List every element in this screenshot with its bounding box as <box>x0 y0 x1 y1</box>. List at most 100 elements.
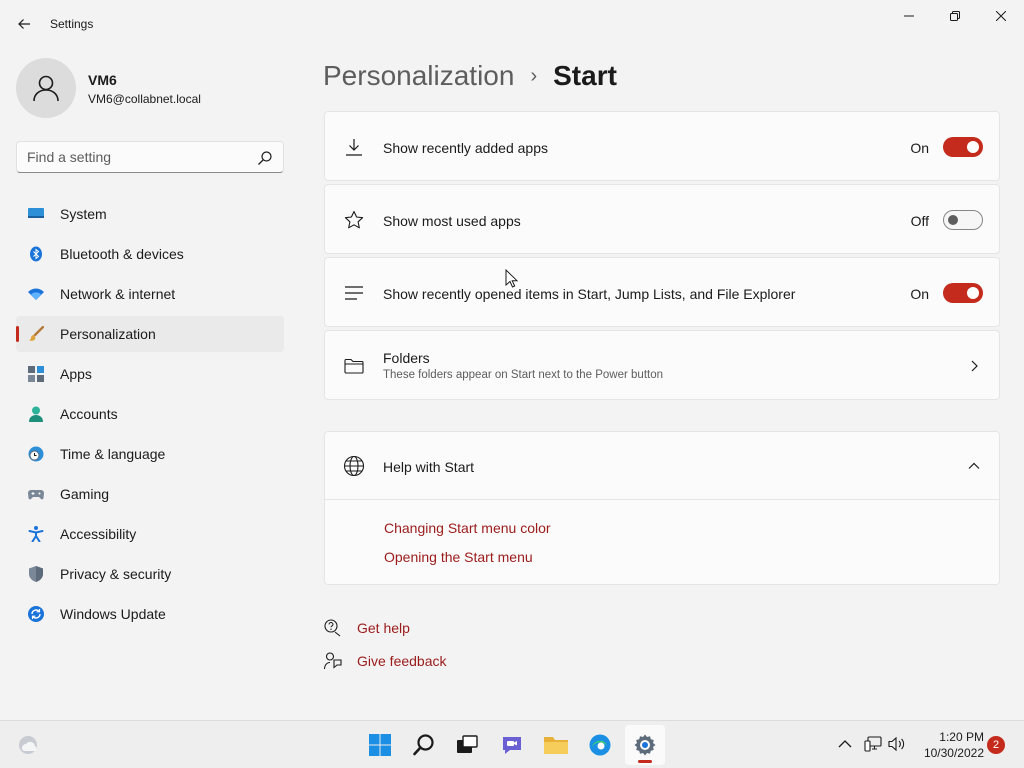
setting-recently-added-apps[interactable]: Show recently added apps On <box>324 111 1000 181</box>
restore-icon <box>950 11 960 21</box>
bluetooth-icon <box>28 246 44 262</box>
sidebar-item-bluetooth-devices[interactable]: Bluetooth & devices <box>16 236 284 272</box>
recently-added-apps-toggle[interactable] <box>943 137 983 157</box>
person-icon <box>28 406 44 422</box>
sidebar-item-label: Network & internet <box>60 286 176 302</box>
setting-label: Show most used apps <box>383 213 521 229</box>
help-header[interactable]: Help with Start <box>325 432 999 500</box>
monitor-icon <box>28 206 44 222</box>
show-hidden-icons-button[interactable] <box>834 733 856 755</box>
help-title: Help with Start <box>383 459 475 475</box>
most-used-apps-toggle[interactable] <box>943 210 983 230</box>
breadcrumb: Personalization › Start <box>323 58 617 94</box>
sidebar-item-label: Gaming <box>60 486 110 502</box>
shield-icon <box>28 566 44 582</box>
sidebar-item-windows-update[interactable]: Windows Update <box>16 596 284 632</box>
setting-recently-opened-items[interactable]: Show recently opened items in Start, Jum… <box>324 257 1000 327</box>
toggle-knob <box>967 287 979 299</box>
recently-opened-items-toggle[interactable] <box>943 283 983 303</box>
user-email: VM6@collabnet.local <box>88 92 201 106</box>
sidebar-item-label: Windows Update <box>60 606 166 622</box>
sidebar-item-apps[interactable]: Apps <box>16 356 284 392</box>
start-button[interactable] <box>360 725 400 765</box>
setting-label: Folders <box>383 350 430 366</box>
sidebar-item-gaming[interactable]: Gaming <box>16 476 284 512</box>
notification-badge[interactable]: 2 <box>987 736 1005 754</box>
file-explorer-button[interactable] <box>536 725 576 765</box>
sidebar-item-label: Privacy & security <box>60 566 172 582</box>
list-icon <box>343 282 365 304</box>
sidebar-item-time-language[interactable]: Time & language <box>16 436 284 472</box>
globe-icon <box>343 455 365 477</box>
folder-icon <box>544 737 568 754</box>
network-tray-button[interactable] <box>862 733 884 755</box>
get-help-row[interactable]: Get help <box>323 617 410 639</box>
taskbar: 1:20 PM 10/30/2022 2 <box>0 720 1024 768</box>
sidebar-item-label: Accessibility <box>60 526 137 542</box>
edge-browser-button[interactable] <box>580 725 620 765</box>
task-view-button[interactable] <box>447 725 487 765</box>
title-bar: Settings <box>0 0 1024 48</box>
sidebar-item-label: Personalization <box>60 326 156 342</box>
sidebar-item-network-internet[interactable]: Network & internet <box>16 276 284 312</box>
give-feedback-row[interactable]: Give feedback <box>323 650 447 672</box>
toggle-state-text: On <box>910 286 929 302</box>
get-help-link[interactable]: Get help <box>357 620 410 636</box>
setting-label: Show recently opened items in Start, Jum… <box>383 286 796 302</box>
taskbar-search-button[interactable] <box>404 725 444 765</box>
minimize-button[interactable] <box>886 0 932 32</box>
chat-button[interactable] <box>492 725 532 765</box>
user-name: VM6 <box>88 72 117 88</box>
weather-icon <box>19 736 37 754</box>
search-box[interactable] <box>16 141 284 173</box>
help-link-start-menu-color[interactable]: Changing Start menu color <box>384 520 551 536</box>
help-with-start-section: Help with Start Changing Start menu colo… <box>324 431 1000 585</box>
setting-folders[interactable]: Folders These folders appear on Start ne… <box>324 330 1000 400</box>
sidebar-item-accessibility[interactable]: Accessibility <box>16 516 284 552</box>
help-icon <box>323 618 343 638</box>
back-button[interactable] <box>12 12 36 36</box>
chevron-up-icon[interactable] <box>967 459 981 473</box>
download-icon <box>343 136 365 158</box>
sidebar-item-accounts[interactable]: Accounts <box>16 396 284 432</box>
sidebar-item-system[interactable]: System <box>16 196 284 232</box>
windows-logo-icon <box>369 734 391 756</box>
breadcrumb-parent[interactable]: Personalization <box>323 60 514 92</box>
search-icon[interactable] <box>257 150 273 166</box>
apps-icon <box>28 366 44 382</box>
gamepad-icon <box>28 486 44 502</box>
clock-date: 10/30/2022 <box>923 746 984 760</box>
user-profile[interactable]: VM6 VM6@collabnet.local <box>16 58 276 118</box>
give-feedback-link[interactable]: Give feedback <box>357 653 447 669</box>
avatar <box>16 58 76 118</box>
volume-tray-button[interactable] <box>886 733 908 755</box>
wifi-icon <box>28 286 44 302</box>
sidebar-item-label: Apps <box>60 366 92 382</box>
search-input[interactable] <box>27 149 247 165</box>
sidebar-item-privacy-security[interactable]: Privacy & security <box>16 556 284 592</box>
weather-widget-button[interactable] <box>8 725 48 765</box>
toggle-knob <box>948 215 958 225</box>
gear-icon <box>634 734 656 756</box>
taskbar-clock[interactable]: 1:20 PM 10/30/2022 <box>914 729 984 761</box>
app-title: Settings <box>50 17 94 31</box>
breadcrumb-separator: › <box>530 64 538 87</box>
task-view-icon <box>457 735 478 753</box>
chevron-up-icon <box>838 740 852 748</box>
sidebar-item-label: System <box>60 206 107 222</box>
maximize-button[interactable] <box>932 0 978 32</box>
feedback-icon <box>323 651 343 671</box>
update-icon <box>28 606 44 622</box>
setting-most-used-apps[interactable]: Show most used apps Off <box>324 184 1000 254</box>
setting-label: Show recently added apps <box>383 140 548 156</box>
close-button[interactable] <box>978 0 1024 32</box>
accessibility-icon <box>28 526 44 542</box>
sidebar-item-personalization[interactable]: Personalization <box>16 316 284 352</box>
page-title: Start <box>553 60 617 91</box>
network-icon <box>864 736 882 752</box>
help-link-opening-start-menu[interactable]: Opening the Start menu <box>384 549 533 565</box>
mouse-cursor-icon <box>505 269 519 288</box>
chevron-right-icon[interactable] <box>967 359 981 373</box>
sidebar-nav: System Bluetooth & devices Network & int… <box>16 196 284 636</box>
settings-app-button[interactable] <box>625 725 665 765</box>
